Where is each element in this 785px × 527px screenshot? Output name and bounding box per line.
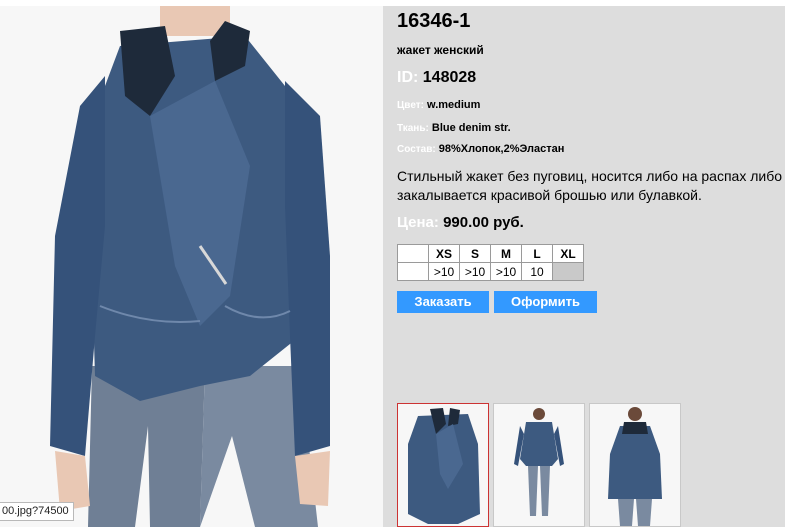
fabric-attribute: Ткань: Blue denim str.	[397, 122, 511, 134]
size-header-cell[interactable]: S	[459, 244, 491, 263]
product-info-panel: 16346-1 жакет женский ID: 148028 Цвет: w…	[383, 6, 785, 527]
thumbnail-front-closeup[interactable]	[397, 403, 489, 527]
size-stock-cell[interactable]: >10	[459, 262, 491, 281]
thumbnail-back-view[interactable]	[589, 403, 681, 527]
id-label: ID:	[397, 69, 419, 86]
size-header-cell[interactable]: XL	[552, 244, 584, 263]
price-value: 990.00 руб.	[443, 214, 524, 231]
price-row: Цена: 990.00 руб.	[397, 214, 524, 231]
product-description: Стильный жакет без пуговиц, носится либо…	[397, 168, 783, 203]
size-stock-row: >10 >10 >10 10	[397, 262, 584, 281]
size-table: XS S M L XL >10 >10 >10 10	[397, 244, 584, 281]
color-value: w.medium	[427, 99, 481, 111]
size-corner-cell	[397, 244, 429, 263]
stock-row-label-cell	[397, 262, 429, 281]
product-subtitle: жакет женский	[397, 43, 484, 57]
size-header-row: XS S M L XL	[397, 244, 584, 263]
composition-attribute: Состав: 98%Хлопок,2%Эластан	[397, 143, 564, 155]
product-page: 00.jpg?74500 16346-1 жакет женский ID: 1…	[0, 0, 785, 527]
order-button[interactable]: Заказать	[397, 291, 489, 313]
composition-label: Состав:	[397, 144, 436, 155]
fabric-label: Ткань:	[397, 123, 429, 134]
thumbnail-front-full[interactable]	[493, 403, 585, 527]
size-header-cell[interactable]: M	[490, 244, 522, 263]
size-header-cell[interactable]: XS	[428, 244, 460, 263]
color-attribute: Цвет: w.medium	[397, 99, 480, 111]
status-url-tooltip: 00.jpg?74500	[0, 502, 74, 521]
size-stock-cell-unavailable	[552, 262, 584, 281]
size-header-cell[interactable]: L	[521, 244, 553, 263]
color-label: Цвет:	[397, 100, 424, 111]
main-product-photo[interactable]	[0, 6, 383, 527]
product-title: 16346-1	[397, 10, 471, 32]
id-value: 148028	[422, 69, 477, 86]
fabric-value: Blue denim str.	[431, 122, 511, 134]
composition-value: 98%Хлопок,2%Эластан	[438, 143, 565, 155]
size-stock-cell[interactable]: >10	[428, 262, 460, 281]
checkout-button[interactable]: Оформить	[494, 291, 597, 313]
product-id-row: ID: 148028	[397, 69, 476, 87]
size-stock-cell[interactable]: >10	[490, 262, 522, 281]
size-stock-cell[interactable]: 10	[521, 262, 553, 281]
price-label: Цена:	[397, 214, 439, 231]
